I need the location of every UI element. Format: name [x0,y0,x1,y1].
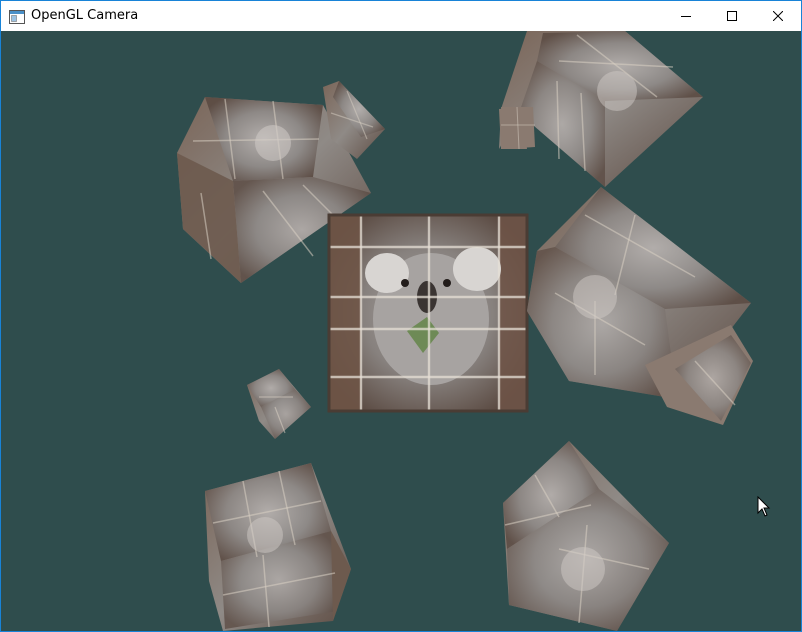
minimize-icon [681,16,691,17]
textured-cube [525,185,755,429]
mouse-pointer-icon [757,495,771,518]
textured-cube [327,213,531,413]
title-bar[interactable]: OpenGL Camera [1,1,801,31]
minimize-button[interactable] [663,1,709,31]
gl-viewport[interactable] [1,31,801,631]
window-title: OpenGL Camera [31,8,139,23]
textured-cube [499,439,675,631]
textured-cube [317,79,389,161]
maximize-icon [727,11,737,21]
textured-cube [245,369,315,441]
close-button[interactable] [755,1,801,31]
close-icon [773,11,783,21]
maximize-button[interactable] [709,1,755,31]
app-window: OpenGL Camera [0,0,802,632]
app-window-icon [9,9,25,24]
textured-cube [203,461,355,631]
textured-cube [497,105,537,151]
